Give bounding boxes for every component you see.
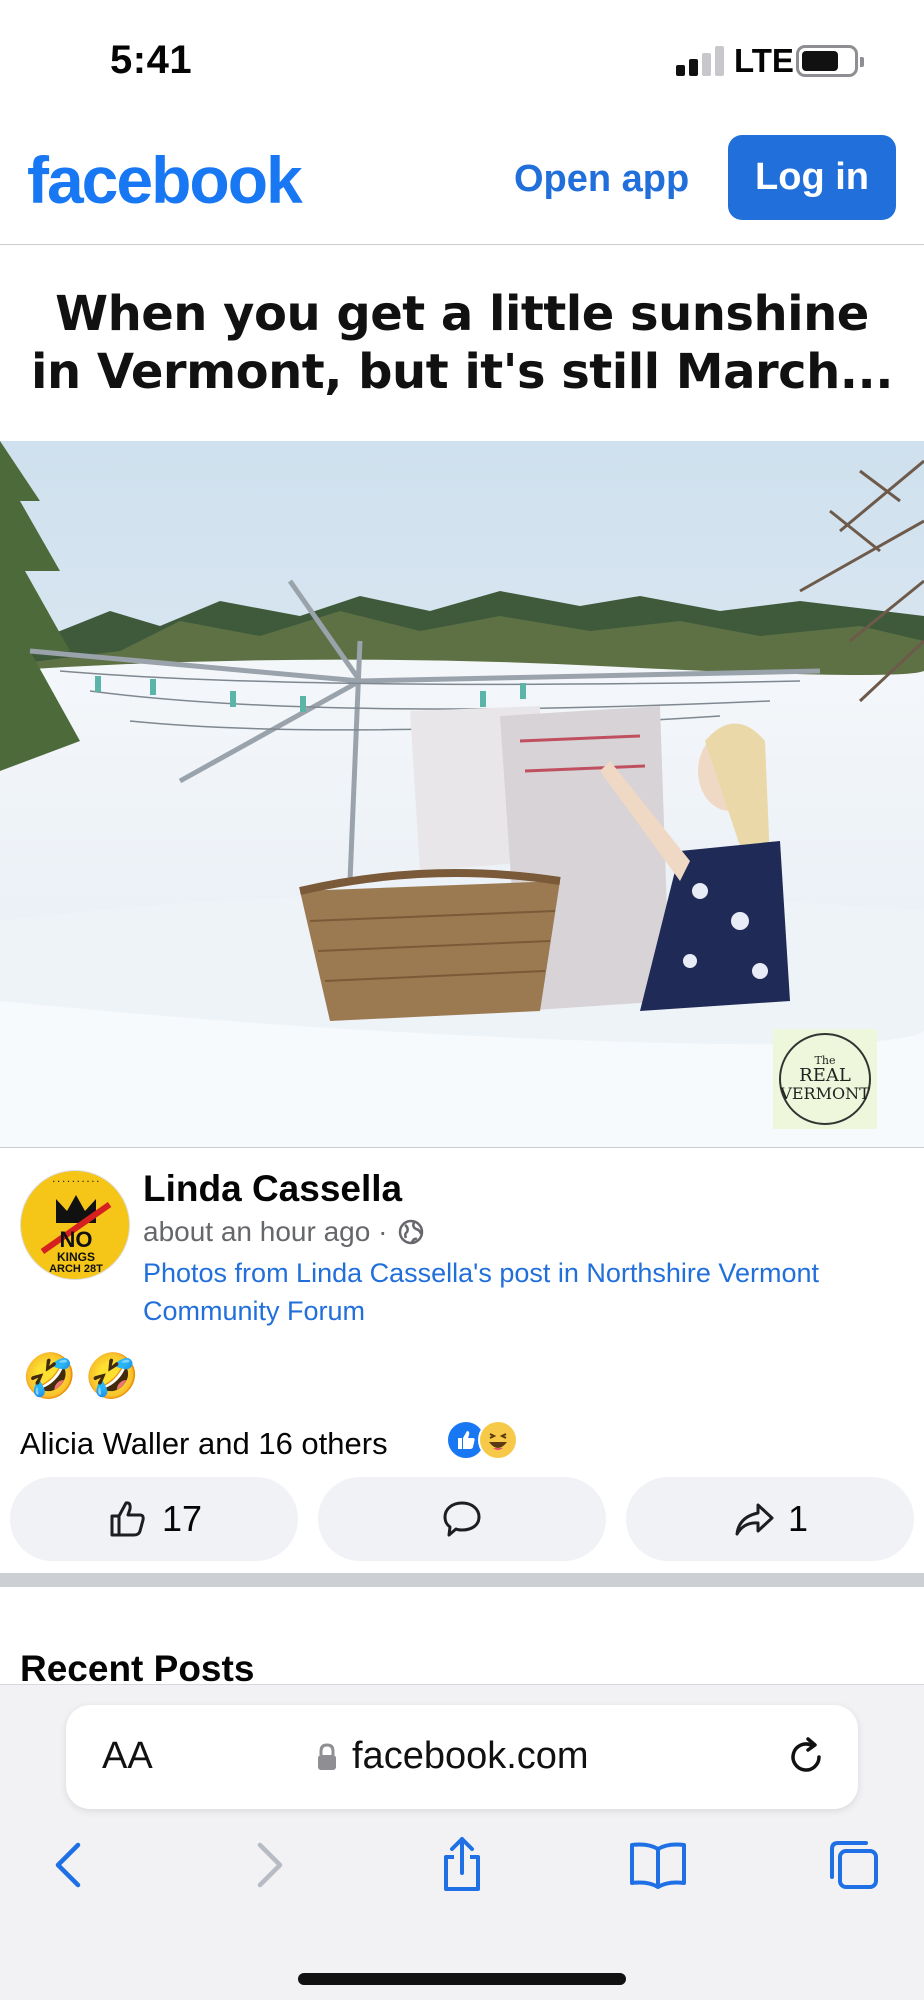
reaction-icons[interactable] bbox=[446, 1418, 536, 1464]
author-name[interactable]: Linda Cassella bbox=[143, 1168, 402, 1210]
browser-toolbar: AA facebook.com bbox=[0, 1684, 924, 2000]
back-icon[interactable] bbox=[40, 1835, 100, 1895]
lock-icon bbox=[318, 1742, 336, 1770]
avatar-ring-text: · · · · · · · · · · bbox=[52, 1177, 100, 1186]
forward-icon[interactable] bbox=[238, 1835, 298, 1895]
tabs-icon[interactable] bbox=[824, 1835, 884, 1895]
facebook-logo[interactable]: facebook bbox=[27, 142, 303, 218]
bookmarks-icon[interactable] bbox=[628, 1835, 688, 1895]
share-count: 1 bbox=[787, 1498, 809, 1539]
reactors-text[interactable]: Alicia Waller and 16 others bbox=[20, 1426, 388, 1462]
like-count: 17 bbox=[161, 1498, 203, 1539]
battery-icon bbox=[796, 45, 864, 77]
share-sheet-icon[interactable] bbox=[432, 1835, 492, 1895]
post-source-link[interactable]: Photos from Linda Cassella's post in Nor… bbox=[143, 1254, 913, 1330]
post-text: 🤣🤣 bbox=[22, 1352, 148, 1401]
facebook-header: facebook Open app Log in bbox=[0, 120, 924, 244]
post-author: · · · · · · · · · · NO KINGS ARCH 28T Li… bbox=[0, 1150, 924, 1340]
thumbs-up-icon bbox=[110, 1501, 145, 1537]
text-size-label: AA bbox=[102, 1735, 153, 1777]
reactions-summary[interactable]: Alicia Waller and 16 others bbox=[20, 1416, 920, 1472]
haha-icon bbox=[478, 1420, 518, 1460]
status-time: 5:41 bbox=[110, 38, 193, 82]
section-divider bbox=[0, 1573, 924, 1587]
post-timestamp: about an hour ago · bbox=[143, 1216, 425, 1248]
watermark-line2: VERMONT bbox=[780, 1083, 870, 1103]
network-type: LTE bbox=[734, 42, 794, 79]
signal-strength-icon bbox=[676, 46, 724, 76]
share-icon bbox=[735, 1503, 774, 1536]
meme-caption-line: When you get a little sunshine bbox=[55, 286, 869, 342]
watermark-line1: REAL bbox=[799, 1064, 851, 1086]
like-button[interactable]: 17 bbox=[10, 1477, 298, 1561]
crown-icon bbox=[56, 1195, 96, 1223]
address-bar[interactable]: AA facebook.com bbox=[66, 1705, 858, 1809]
meme-caption-line: in Vermont, but it's still March... bbox=[31, 344, 893, 400]
comment-icon bbox=[443, 1501, 481, 1537]
avatar-kings-text: KINGS bbox=[56, 1250, 95, 1264]
avatar-no-text: NO bbox=[59, 1227, 93, 1252]
avatar-date-text: ARCH 28T bbox=[49, 1263, 103, 1275]
url-display[interactable]: facebook.com bbox=[316, 1735, 589, 1778]
avatar[interactable]: · · · · · · · · · · NO KINGS ARCH 28T bbox=[20, 1170, 130, 1280]
home-indicator bbox=[298, 1973, 626, 1985]
reload-icon[interactable] bbox=[784, 1735, 828, 1779]
status-bar: 5:41 LTE bbox=[0, 0, 924, 120]
open-app-link[interactable]: Open app bbox=[514, 158, 689, 201]
text-size-button[interactable]: AA bbox=[102, 1735, 153, 1778]
post-time-text: about an hour ago · bbox=[143, 1216, 388, 1247]
url-text: facebook.com bbox=[352, 1735, 589, 1777]
login-button[interactable]: Log in bbox=[728, 135, 896, 220]
real-vermont-watermark: The REAL VERMONT bbox=[773, 1029, 877, 1129]
meme-caption: When you get a little sunshine in Vermon… bbox=[0, 245, 924, 441]
post-actions: 17 1 bbox=[10, 1477, 914, 1561]
globe-icon bbox=[399, 1219, 424, 1245]
share-button[interactable]: 1 bbox=[626, 1477, 914, 1561]
comment-button[interactable] bbox=[318, 1477, 606, 1561]
post-image[interactable]: When you get a little sunshine in Vermon… bbox=[0, 244, 924, 1148]
